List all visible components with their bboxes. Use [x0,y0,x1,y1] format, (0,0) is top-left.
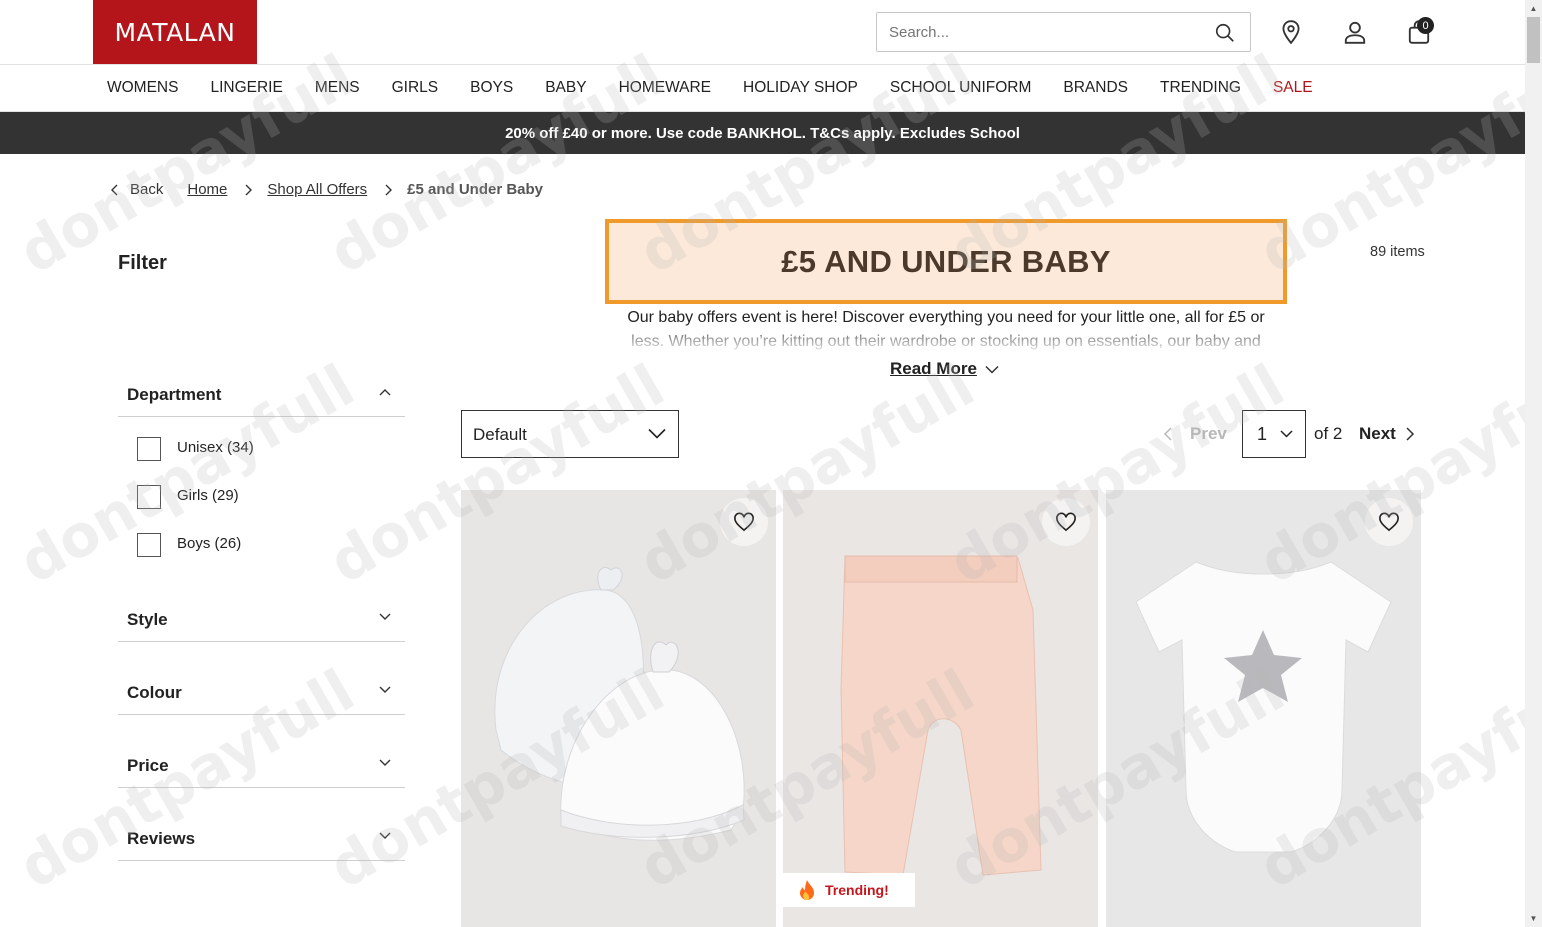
chevron-down-icon [985,365,999,374]
matalan-logo[interactable]: MATALAN [93,0,257,64]
breadcrumb-shop-all-offers[interactable]: Shop All Offers [267,181,367,198]
product-card[interactable] [1106,490,1421,927]
option-label: Unisex (34) [177,438,254,456]
page-scrollbar[interactable] [1525,0,1542,927]
nav-item-lingerie[interactable]: LINGERIE [210,79,282,97]
chevron-left-icon [1163,427,1172,441]
search-box[interactable] [876,12,1251,52]
promo-text: 20% off £40 or more. Use code BANKHOL. T… [505,124,1020,142]
page-total: of 2 [1314,424,1343,443]
items-count: 89 items [1370,244,1425,260]
option-label: Boys (26) [177,534,242,552]
breadcrumb-current: £5 and Under Baby [407,181,544,198]
bag-count-badge: 0 [1417,17,1434,34]
chevron-down-icon [379,613,391,620]
chevron-down-icon [379,759,391,766]
filter-option-girls[interactable]: Girls (29) [137,485,239,509]
page-select[interactable]: 1 [1242,410,1306,458]
chevron-down-icon [648,428,666,439]
search-input[interactable] [877,13,1197,51]
breadcrumb: Back Home Shop All Offers £5 and Under B… [108,181,543,198]
filter-option-unisex[interactable]: Unisex (34) [137,437,254,461]
nav-item-homeware[interactable]: HOMEWARE [619,79,711,97]
wishlist-button[interactable] [1042,498,1090,546]
breadcrumb-home[interactable]: Home [187,181,227,198]
facet-price[interactable]: Price [118,742,405,788]
facet-label: Price [127,756,169,775]
heart-icon [1379,512,1399,532]
account-icon[interactable] [1342,19,1368,45]
next-page-button[interactable]: Next [1359,424,1415,444]
nav-item-baby[interactable]: BABY [545,79,586,97]
search-icon[interactable] [1214,22,1236,44]
chevron-down-icon [379,832,391,839]
chevron-right-icon [1406,427,1414,441]
facet-department[interactable]: Department [118,371,405,417]
scroll-down-arrow-icon[interactable]: ▼ [1525,910,1542,927]
chevron-down-icon [1280,430,1293,438]
promo-banner[interactable]: 20% off £40 or more. Use code BANKHOL. T… [0,112,1525,154]
facet-label: Reviews [127,829,196,848]
page-title-banner: £5 AND UNDER BABY [605,219,1287,304]
heart-icon [1056,512,1076,532]
page-title: £5 AND UNDER BABY [781,243,1111,279]
baby-bodysuit-image [1135,561,1392,853]
sort-value: Default [473,425,527,444]
next-label: Next [1359,424,1396,443]
main-navigation: WOMENS LINGERIE MENS GIRLS BOYS BABY HOM… [0,65,1525,112]
chevron-right-icon [385,184,393,195]
facet-label: Colour [127,683,182,702]
fire-icon [800,880,814,901]
trending-label: Trending! [825,882,889,898]
product-card[interactable]: Trending! [783,490,1098,927]
back-link[interactable]: Back [108,181,163,198]
baby-hats-image [494,567,745,841]
site-header: MATALAN 0 [0,0,1525,65]
filter-title: Filter [118,252,167,274]
filter-option-boys[interactable]: Boys (26) [137,533,241,557]
heart-icon [734,512,754,532]
facet-colour[interactable]: Colour [118,669,405,715]
nav-item-boys[interactable]: BOYS [470,79,513,97]
nav-item-school-uniform[interactable]: SCHOOL UNIFORM [890,79,1032,97]
facet-style[interactable]: Style [118,596,405,642]
scrollbar-thumb[interactable] [1527,17,1540,63]
nav-item-brands[interactable]: BRANDS [1063,79,1128,97]
chevron-left-icon [111,184,118,195]
description-fade [620,330,1272,352]
store-locator-icon[interactable] [1278,19,1304,45]
nav-item-trending[interactable]: TRENDING [1160,79,1241,97]
checkbox[interactable] [137,533,161,557]
trending-badge: Trending! [783,873,915,907]
prev-page-button[interactable]: Prev [1163,424,1227,444]
product-card[interactable] [461,490,776,927]
wishlist-button[interactable] [720,498,768,546]
chevron-right-icon [245,184,253,195]
read-more-button[interactable]: Read More [890,359,999,379]
nav-item-holiday-shop[interactable]: HOLIDAY SHOP [743,79,858,97]
read-more-label: Read More [890,359,977,378]
nav-item-girls[interactable]: GIRLS [392,79,439,97]
back-label: Back [130,181,164,198]
option-label: Girls (29) [177,486,239,504]
prev-label: Prev [1190,424,1227,443]
facet-label: Department [127,385,222,404]
page-value: 1 [1257,424,1268,444]
facet-reviews[interactable]: Reviews [118,815,405,861]
wishlist-button[interactable] [1365,498,1413,546]
facet-label: Style [127,610,168,629]
checkbox[interactable] [137,485,161,509]
checkbox[interactable] [137,437,161,461]
chevron-down-icon [379,686,391,693]
nav-item-sale[interactable]: SALE [1273,79,1313,97]
logo-text: MATALAN [114,17,236,47]
nav-item-womens[interactable]: WOMENS [107,79,178,97]
sort-select[interactable]: Default [461,410,679,458]
scroll-up-arrow-icon[interactable]: ▲ [1525,0,1542,17]
nav-item-mens[interactable]: MENS [315,79,360,97]
chevron-up-icon [379,389,391,396]
baby-leggings-image [840,555,1042,876]
